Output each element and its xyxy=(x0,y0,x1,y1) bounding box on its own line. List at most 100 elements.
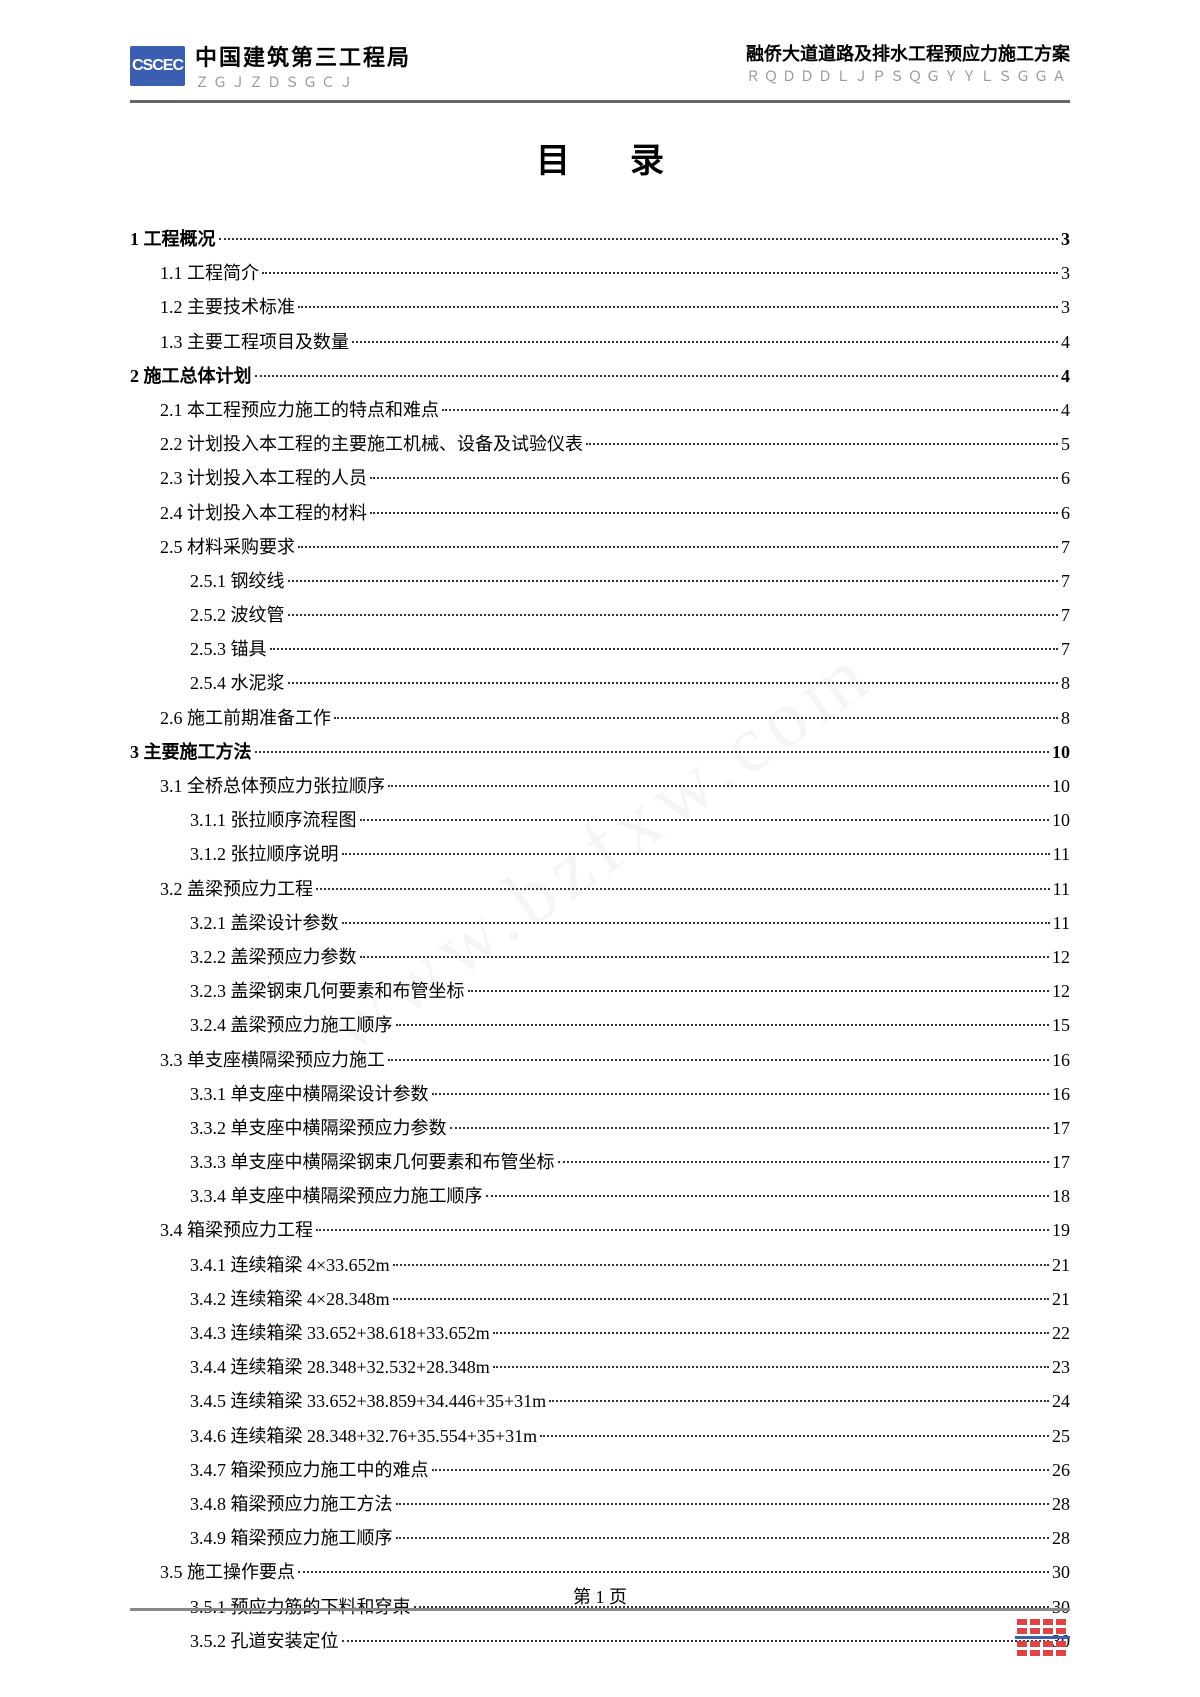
toc-leader-dots xyxy=(493,1366,1049,1368)
toc-entry-page: 7 xyxy=(1061,632,1070,666)
toc-entry-label: 1.2 主要技术标准 xyxy=(160,290,295,324)
toc-entry-page: 6 xyxy=(1061,461,1070,495)
toc-entry-label: 3.1.2 张拉顺序说明 xyxy=(190,837,339,871)
toc-entry-label: 3.4.8 箱梁预应力施工方法 xyxy=(190,1487,393,1521)
toc-entry-page: 7 xyxy=(1061,564,1070,598)
toc-entry: 3.4.9 箱梁预应力施工顺序28 xyxy=(190,1521,1070,1555)
toc-entry: 2.5.2 波纹管7 xyxy=(190,598,1070,632)
toc-entry-page: 12 xyxy=(1052,940,1070,974)
toc-leader-dots xyxy=(432,1469,1050,1471)
toc-entry: 3.4.4 连续箱梁 28.348+32.532+28.348m 23 xyxy=(190,1350,1070,1384)
toc-entry: 3.4.5 连续箱梁 33.652+38.859+34.446+35+31m24 xyxy=(190,1384,1070,1418)
toc-entry-page: 30 xyxy=(1052,1555,1070,1589)
toc-entry-label: 3.3.4 单支座中横隔梁预应力施工顺序 xyxy=(190,1179,483,1213)
toc-entry-label: 3.4.2 连续箱梁 4×28.348m xyxy=(190,1282,390,1316)
toc-entry-page: 5 xyxy=(1061,427,1070,461)
toc-entry: 3.4.3 连续箱梁 33.652+38.618+33.652m 22 xyxy=(190,1316,1070,1350)
toc-entry: 3.4.8 箱梁预应力施工方法28 xyxy=(190,1487,1070,1521)
toc-entry-label: 2.5.3 锚具 xyxy=(190,632,267,666)
toc-entry-page: 23 xyxy=(1052,1350,1070,1384)
toc-entry-page: 26 xyxy=(1052,1453,1070,1487)
toc-entry-label: 3.4.5 连续箱梁 33.652+38.859+34.446+35+31m xyxy=(190,1384,546,1418)
toc-entry-label: 3.2.3 盖梁钢束几何要素和布管坐标 xyxy=(190,974,465,1008)
toc-entry: 2 施工总体计划4 xyxy=(130,359,1070,393)
toc-leader-dots xyxy=(540,1435,1049,1437)
toc-entry-page: 21 xyxy=(1052,1248,1070,1282)
toc-leader-dots xyxy=(486,1195,1050,1197)
toc-entry-page: 3 xyxy=(1061,256,1070,290)
toc-entry-label: 2 施工总体计划 xyxy=(130,359,252,393)
toc-leader-dots xyxy=(262,272,1058,274)
toc-entry-page: 15 xyxy=(1052,1008,1070,1042)
header-right: 融侨大道道路及排水工程预应力施工方案 ＲＱＤＤＤＬＪＰＳＱＧＹＹＬＳＧＧＡ xyxy=(746,40,1070,86)
toc-entry: 3.3.2 单支座中横隔梁预应力参数17 xyxy=(190,1111,1070,1145)
toc-entry: 3.2.1 盖梁设计参数 11 xyxy=(190,906,1070,940)
toc-leader-dots xyxy=(298,1571,1049,1573)
toc-entry: 3 主要施工方法10 xyxy=(130,735,1070,769)
toc-entry-label: 2.3 计划投入本工程的人员 xyxy=(160,461,367,495)
toc-leader-dots xyxy=(342,853,1050,855)
toc-entry-page: 3 xyxy=(1061,222,1070,256)
toc-entry-label: 3.2.1 盖梁设计参数 xyxy=(190,906,339,940)
toc-entry-page: 4 xyxy=(1061,325,1070,359)
toc-entry-label: 2.1 本工程预应力施工的特点和难点 xyxy=(160,393,439,427)
document-title: 融侨大道道路及排水工程预应力施工方案 xyxy=(746,40,1070,66)
toc-leader-dots xyxy=(442,409,1058,411)
toc-leader-dots xyxy=(288,682,1059,684)
footer-logo-icon xyxy=(1015,1617,1070,1657)
toc-entry-label: 3.4.4 连续箱梁 28.348+32.532+28.348m xyxy=(190,1350,490,1384)
toc-entry: 3.4.7 箱梁预应力施工中的难点 26 xyxy=(190,1453,1070,1487)
toc-entry: 3.4.6 连续箱梁 28.348+32.76+35.554+35+31m 25 xyxy=(190,1419,1070,1453)
toc-entry: 2.5.3 锚具 7 xyxy=(190,632,1070,666)
toc-entry-page: 17 xyxy=(1052,1111,1070,1145)
toc-entry-label: 3.2 盖梁预应力工程 xyxy=(160,872,313,906)
toc-entry-label: 3.4.6 连续箱梁 28.348+32.76+35.554+35+31m xyxy=(190,1419,537,1453)
toc-entry: 3.4 箱梁预应力工程19 xyxy=(160,1213,1070,1247)
table-of-contents: 1 工程概况31.1 工程简介31.2 主要技术标准31.3 主要工程项目及数量… xyxy=(130,222,1070,1658)
toc-entry: 3.3.1 单支座中横隔梁设计参数16 xyxy=(190,1077,1070,1111)
toc-entry-label: 3.4.7 箱梁预应力施工中的难点 xyxy=(190,1453,429,1487)
toc-entry-label: 2.4 计划投入本工程的材料 xyxy=(160,496,367,530)
header-left: CSCEC 中国建筑第三工程局 ＺＧＪＺＤＳＧＣＪ xyxy=(130,40,411,92)
toc-leader-dots xyxy=(360,819,1050,821)
toc-entry-page: 10 xyxy=(1052,769,1070,803)
toc-entry-page: 11 xyxy=(1053,906,1070,940)
toc-entry-page: 11 xyxy=(1053,872,1070,906)
toc-entry-label: 3.1.1 张拉顺序流程图 xyxy=(190,803,357,837)
toc-leader-dots xyxy=(393,1298,1049,1300)
toc-entry-label: 2.5 材料采购要求 xyxy=(160,530,295,564)
toc-entry-label: 1.3 主要工程项目及数量 xyxy=(160,325,349,359)
toc-entry-page: 22 xyxy=(1052,1316,1070,1350)
toc-leader-dots xyxy=(334,717,1058,719)
toc-entry: 3.1 全桥总体预应力张拉顺序10 xyxy=(160,769,1070,803)
toc-entry-page: 25 xyxy=(1052,1419,1070,1453)
toc-leader-dots xyxy=(396,1537,1050,1539)
toc-entry: 3.2.3 盖梁钢束几何要素和布管坐标12 xyxy=(190,974,1070,1008)
toc-entry-page: 4 xyxy=(1061,393,1070,427)
toc-entry-page: 3 xyxy=(1061,290,1070,324)
toc-entry: 2.5.4 水泥浆8 xyxy=(190,666,1070,700)
toc-entry-page: 7 xyxy=(1061,530,1070,564)
toc-entry-label: 2.6 施工前期准备工作 xyxy=(160,701,331,735)
toc-entry-page: 17 xyxy=(1052,1145,1070,1179)
toc-entry-page: 10 xyxy=(1052,803,1070,837)
toc-leader-dots xyxy=(255,375,1059,377)
toc-leader-dots xyxy=(396,1024,1050,1026)
toc-leader-dots xyxy=(316,888,1050,890)
toc-entry-label: 3.5 施工操作要点 xyxy=(160,1555,295,1589)
toc-entry-page: 18 xyxy=(1052,1179,1070,1213)
toc-entry-page: 8 xyxy=(1061,701,1070,735)
toc-entry: 3.2 盖梁预应力工程 11 xyxy=(160,872,1070,906)
toc-entry-label: 3.2.4 盖梁预应力施工顺序 xyxy=(190,1008,393,1042)
toc-entry: 3.3.4 单支座中横隔梁预应力施工顺序 18 xyxy=(190,1179,1070,1213)
toc-leader-dots xyxy=(219,238,1059,240)
toc-leader-dots xyxy=(342,922,1050,924)
toc-entry: 2.5 材料采购要求 7 xyxy=(160,530,1070,564)
toc-entry-page: 7 xyxy=(1061,598,1070,632)
toc-entry: 3.4.1 连续箱梁 4×33.652m 21 xyxy=(190,1248,1070,1282)
toc-entry-label: 3.4.3 连续箱梁 33.652+38.618+33.652m xyxy=(190,1316,490,1350)
toc-entry: 3.3 单支座横隔梁预应力施工16 xyxy=(160,1043,1070,1077)
toc-entry: 2.4 计划投入本工程的材料6 xyxy=(160,496,1070,530)
toc-entry-label: 3.4.1 连续箱梁 4×33.652m xyxy=(190,1248,390,1282)
toc-entry: 2.3 计划投入本工程的人员 6 xyxy=(160,461,1070,495)
